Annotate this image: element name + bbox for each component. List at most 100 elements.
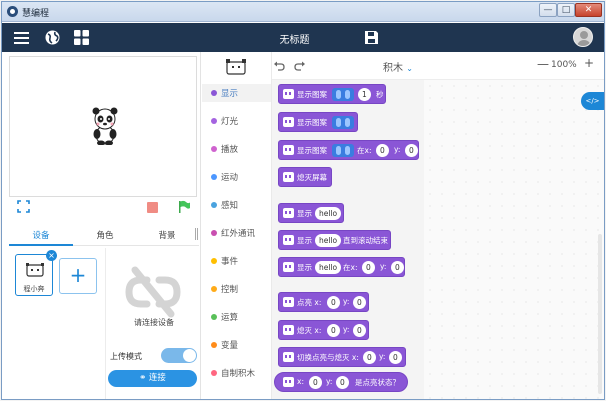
green-flag-icon[interactable] [177,200,191,214]
connect-button[interactable]: ⚭ 连接 [108,370,197,387]
menu-icon[interactable] [13,29,30,46]
tab-device[interactable]: 设备 [11,229,71,241]
undo-icon[interactable] [273,60,285,72]
tab-sprite[interactable]: 角色 [75,229,135,241]
block-light-pixel[interactable]: 点亮 x: 0 y: 0 [278,292,369,312]
category-item[interactable]: 红外通讯 [202,224,271,242]
face-image-picker[interactable] [332,144,354,157]
x-input[interactable]: 0 [327,296,340,309]
y-input[interactable]: 0 [353,296,366,309]
device-card-codey[interactable]: 程小奔 × [15,250,57,296]
y-input[interactable]: 0 [389,351,402,364]
category-item[interactable]: 控制 [202,280,271,298]
maximize-button[interactable]: □ [557,3,575,17]
stop-button[interactable] [147,202,158,213]
category-item[interactable]: 运算 [202,308,271,326]
seconds-input[interactable]: 1 [358,88,371,101]
y-label: y: [343,325,350,334]
grid-icon[interactable] [73,29,90,46]
category-dot [211,202,217,208]
category-label: 控制 [221,285,239,295]
category-item[interactable]: 播放 [202,140,271,158]
block-text: 显示 [297,236,312,245]
block-icon [283,145,294,155]
zoom-in-button[interactable]: + [584,56,594,70]
block-show-text-at[interactable]: 显示 hello 在x: 0 y: 0 [278,257,405,277]
category-item[interactable]: 灯光 [202,112,271,130]
remove-device-button[interactable]: × [46,250,57,261]
block-icon [283,352,294,362]
y-input[interactable]: 0 [353,324,366,337]
device-thumbnail-icon [226,59,246,75]
block-show-image[interactable]: 显示图案 [278,112,358,132]
code-view-toggle[interactable]: </> [581,92,604,110]
app-window: 慧编程 — □ ✕ 无标题 设备 角色 背景 程小奔 × + 请连接设备 上传模… [1,1,605,400]
y-label: y: [394,145,401,154]
fullscreen-icon[interactable] [17,200,30,213]
x-input[interactable]: 0 [327,324,340,337]
y-label: y: [379,352,386,361]
block-show-text[interactable]: 显示 hello [278,203,344,223]
block-show-image-at[interactable]: 显示图案 在x: 0 y: 0 [278,140,419,160]
category-item[interactable]: 自制积木 [202,364,271,382]
category-label: 运算 [221,313,239,323]
block-icon [283,325,294,335]
user-avatar[interactable] [573,27,593,47]
block-text: 显示图案 [297,146,327,155]
stage-canvas[interactable] [9,56,197,197]
category-dot [211,146,217,152]
tab-background[interactable]: 背景 [137,229,197,241]
zoom-level: 100% [551,60,577,70]
zoom-out-button[interactable]: — [537,57,549,71]
block-pixel-is-lit[interactable]: x: 0 y: 0 是点亮状态？ [274,372,408,392]
script-workspace[interactable] [424,80,604,399]
category-label: 红外通讯 [221,229,256,239]
connect-hint: 请连接设备 [134,318,174,327]
app-logo-icon [7,6,18,17]
category-item[interactable]: 显示 [202,84,271,102]
x-input[interactable]: 0 [309,376,322,389]
panda-sprite[interactable] [89,107,121,145]
y-input[interactable]: 0 [336,376,349,389]
upload-mode-toggle[interactable] [161,348,197,363]
category-dot [211,174,217,180]
face-image-picker[interactable] [332,116,354,129]
redo-icon[interactable] [294,60,306,72]
block-show-text-until-scroll[interactable]: 显示 hello 直到滚动结束 [278,230,391,250]
block-clear-screen[interactable]: 熄灭屏幕 [278,167,332,187]
block-show-image-for-seconds[interactable]: 显示图案 1 秒 [278,84,386,104]
dropdown-label: 积木 [383,63,403,74]
category-item[interactable]: 变量 [202,336,271,354]
y-input[interactable]: 0 [405,144,418,157]
category-label: 事件 [221,257,239,267]
minimize-button[interactable]: — [539,3,557,17]
x-input[interactable]: 0 [363,351,376,364]
add-device-button[interactable]: + [59,258,97,294]
text-input[interactable]: hello [315,207,342,220]
save-icon[interactable] [363,29,380,46]
text-input[interactable]: hello [315,261,342,274]
text-input[interactable]: hello [315,234,342,247]
close-button[interactable]: ✕ [575,3,602,17]
category-item[interactable]: 感知 [202,196,271,214]
tab-scroll-handle[interactable] [195,228,198,240]
face-image-picker[interactable] [332,88,354,101]
category-panel: 显示灯光播放运动感知红外通讯事件控制运算变量自制积木 [202,52,272,399]
workspace-scrollbar[interactable] [598,234,602,394]
blocks-dropdown[interactable]: 积木 ⌄ [383,59,413,74]
block-toggle-pixel[interactable]: 切换点亮与熄灭 x: 0 y: 0 [278,347,406,367]
category-item[interactable]: 运动 [202,168,271,186]
block-text: 显示 [297,209,312,218]
globe-icon[interactable] [44,29,61,46]
category-label: 自制积木 [221,369,256,379]
x-input[interactable]: 0 [362,261,375,274]
robot-icon [26,263,44,277]
x-input[interactable]: 0 [376,144,389,157]
block-turn-off-pixel[interactable]: 熄灭 x: 0 y: 0 [278,320,369,340]
y-label: y: [380,262,387,271]
y-label: y: [343,297,350,306]
category-item[interactable]: 事件 [202,252,271,270]
category-label: 运动 [221,173,239,183]
y-input[interactable]: 0 [391,261,404,274]
project-title[interactable]: 无标题 [267,31,322,46]
